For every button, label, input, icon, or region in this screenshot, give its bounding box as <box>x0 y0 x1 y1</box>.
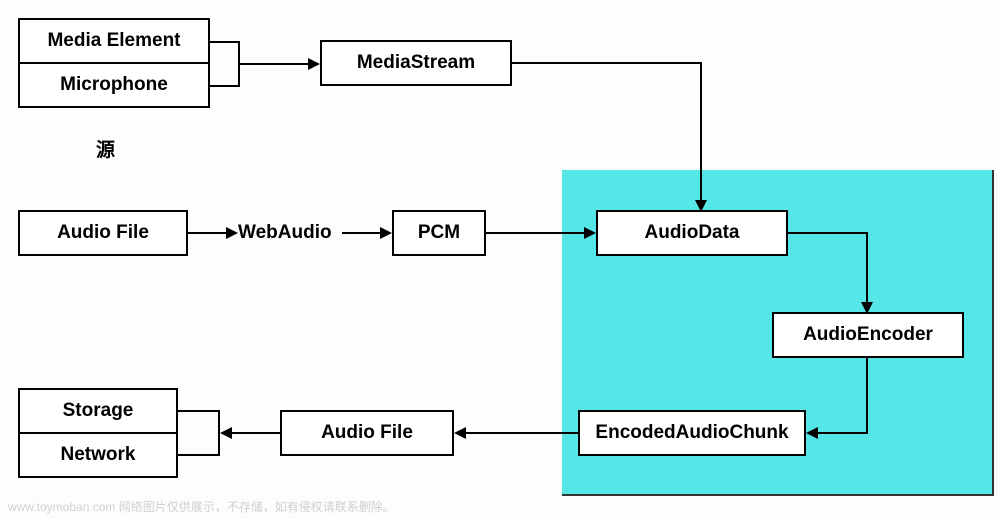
watermark-text: www.toymoban.com 网络图片仅供展示，不存储，如有侵权请联系删除。 <box>8 498 395 515</box>
node-network: Network <box>18 432 178 478</box>
node-storage: Storage <box>18 388 178 434</box>
node-pcm: PCM <box>392 210 486 256</box>
label-source: 源 <box>96 135 115 162</box>
node-media-element: Media Element <box>18 18 210 64</box>
label-webaudio: WebAudio <box>238 222 332 244</box>
node-audio-file-out: Audio File <box>280 410 454 456</box>
node-audio-file-src: Audio File <box>18 210 188 256</box>
node-audio-encoder: AudioEncoder <box>772 312 964 358</box>
node-audio-data: AudioData <box>596 210 788 256</box>
node-microphone: Microphone <box>18 62 210 108</box>
node-media-stream: MediaStream <box>320 40 512 86</box>
node-encoded-chunk: EncodedAudioChunk <box>578 410 806 456</box>
